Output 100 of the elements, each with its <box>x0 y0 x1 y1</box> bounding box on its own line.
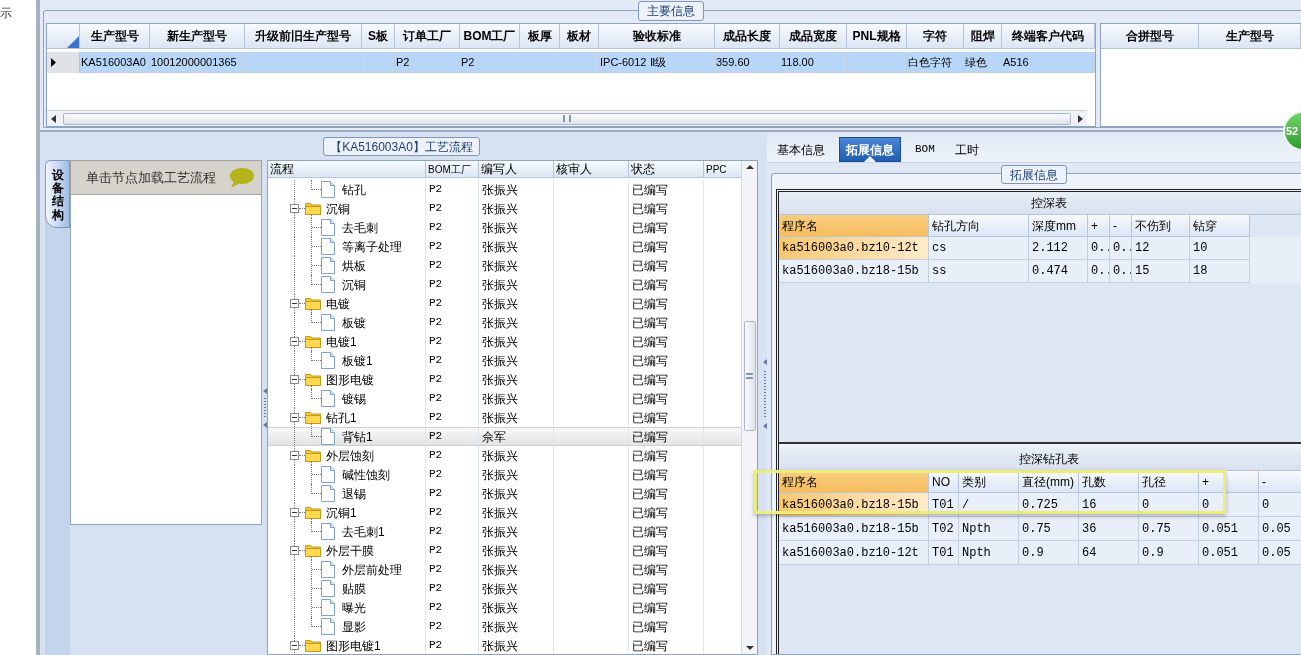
column-header[interactable]: 类别 <box>959 471 1019 493</box>
tree-node-label: 曝光 <box>342 599 366 617</box>
collapse-icon[interactable] <box>290 641 299 650</box>
table-cell: A516 <box>1002 52 1095 73</box>
table-row[interactable]: ka516003a0.bz18-15b ss 0.474 0..0..15 18 <box>779 260 1301 283</box>
column-header[interactable]: 孔径 <box>1139 471 1199 493</box>
vertical-scrollbar[interactable] <box>741 161 757 654</box>
column-header[interactable]: 阻焊 <box>964 24 1002 49</box>
tab[interactable]: 基本信息 <box>771 137 831 162</box>
table-cell: P2 <box>426 332 479 351</box>
collapse-icon[interactable] <box>290 546 299 555</box>
table-cell: 白色字符 <box>907 52 964 73</box>
table-title: 控深钻孔表 <box>779 447 1301 471</box>
collapse-icon[interactable] <box>290 451 299 460</box>
column-header[interactable]: 成品长度 <box>715 24 780 49</box>
table-cell: 0.9 <box>1139 541 1199 565</box>
table-cell: 已编写 <box>629 503 704 522</box>
column-header[interactable]: 成品宽度 <box>780 24 847 49</box>
table-cell: 已编写 <box>629 370 704 389</box>
column-header[interactable]: 板材 <box>560 24 599 49</box>
table-cell: P2 <box>426 522 479 541</box>
table-cell: ka516003a0.bz18-15b <box>779 260 929 283</box>
folder-icon <box>305 373 321 386</box>
column-header[interactable]: 深度mm <box>1029 215 1088 237</box>
column-header[interactable]: PPC <box>704 161 741 178</box>
side-tab[interactable]: 设备结构 <box>45 160 70 228</box>
collapse-icon[interactable] <box>290 375 299 384</box>
column-header[interactable]: 流程 <box>268 161 426 178</box>
column-header[interactable]: 终端客户代码 <box>1002 24 1095 49</box>
table-cell: P2 <box>426 218 479 237</box>
column-header[interactable]: 新生产型号 <box>150 24 245 49</box>
collapse-icon[interactable] <box>290 413 299 422</box>
scroll-down-arrow-icon[interactable] <box>744 644 755 652</box>
column-header[interactable]: NO <box>929 471 959 493</box>
scroll-thumb[interactable] <box>743 321 756 431</box>
column-header[interactable]: 状态 <box>629 161 704 178</box>
table-cell: P2 <box>426 389 479 408</box>
column-header[interactable]: 孔数 <box>1079 471 1139 493</box>
table-row[interactable]: ka516003a0.bz10-12t T01 Npth 0.9 64 0.9 0.051 0.05 <box>779 541 1301 565</box>
horizontal-scrollbar[interactable] <box>47 110 1087 126</box>
tab[interactable]: 工时 <box>948 137 985 162</box>
table-row[interactable]: KA516003A0 10012000001365 P2 P2 IPC-6012 Ⅱ级 359.60 118.00 白色字符 绿色 A516 <box>80 52 1095 73</box>
file-icon <box>321 390 335 407</box>
file-icon <box>321 485 335 502</box>
collapse-icon[interactable] <box>290 204 299 213</box>
column-header[interactable]: 编写人 <box>479 161 554 178</box>
column-header[interactable]: 生产型号 <box>1199 24 1301 49</box>
tree-node-label: 图形电镀1 <box>326 637 381 654</box>
table-row[interactable]: ka516003a0.bz18-15b T02 Npth 0.75 36 0.75 0.051 0.05 <box>779 517 1301 541</box>
scroll-up-arrow-icon[interactable] <box>744 163 755 171</box>
table-cell: 0.05 <box>1259 541 1301 565</box>
column-header[interactable]: S板 <box>362 24 395 49</box>
column-header[interactable]: 核审人 <box>554 161 629 178</box>
column-header[interactable]: 生产型号 <box>80 24 150 49</box>
hint-text: 单击节点加载工艺流程 <box>86 168 216 187</box>
column-header[interactable]: BOM工厂 <box>460 24 520 49</box>
column-header[interactable]: 程序名 <box>779 471 929 493</box>
table-row[interactable]: ka516003a0.bz10-12t cs 2.112 0..0..12 10 <box>779 237 1301 260</box>
column-header[interactable]: 字符 <box>907 24 964 49</box>
tab[interactable]: 拓展信息 <box>839 137 901 162</box>
column-header[interactable]: 升级前旧生产型号 <box>245 24 362 49</box>
column-header[interactable]: 钻孔方向 <box>929 215 1029 237</box>
table-cell: ss <box>929 260 1029 283</box>
collapse-icon[interactable] <box>290 299 299 308</box>
column-header[interactable]: 验收标准 <box>599 24 715 49</box>
table-cell: 张振兴 <box>479 332 554 351</box>
column-header[interactable]: 订单工厂 <box>395 24 460 49</box>
column-header[interactable]: + <box>1199 471 1259 493</box>
table-cell: 已编写 <box>629 237 704 256</box>
column-header[interactable]: - <box>1110 215 1132 237</box>
splitter-grip-icon[interactable] <box>262 387 267 428</box>
table-cell: P2 <box>426 370 479 389</box>
column-header[interactable]: 直径(mm) <box>1019 471 1079 493</box>
collapse-icon[interactable] <box>290 508 299 517</box>
scroll-thumb[interactable] <box>63 112 1071 125</box>
file-icon <box>321 466 335 483</box>
tree-node-label: 沉铜 <box>342 276 366 294</box>
group-legend: 【KA516003A0】工艺流程 <box>323 137 480 156</box>
column-header[interactable]: 钻穿 <box>1190 215 1250 237</box>
tree-node-label: 去毛刺 <box>342 219 378 237</box>
tree-row[interactable]: 背钻1 P2 佘军 已编写 <box>268 427 741 446</box>
column-header[interactable]: BOM工厂 <box>426 161 479 178</box>
tree-node-label: 电镀 <box>326 295 350 313</box>
splitter-grip-icon[interactable] <box>763 358 767 429</box>
column-header[interactable]: + <box>1088 215 1110 237</box>
tab[interactable]: BOM <box>909 137 941 162</box>
table-cell: P2 <box>426 428 479 445</box>
table-cell: 已编写 <box>629 522 704 541</box>
column-header[interactable]: 板厚 <box>520 24 560 49</box>
column-header[interactable]: 合拼型号 <box>1101 24 1199 49</box>
collapse-icon[interactable] <box>290 337 299 346</box>
table-cell: 张振兴 <box>479 351 554 370</box>
column-header[interactable]: 不伤到 <box>1132 215 1190 237</box>
select-all-corner-icon[interactable] <box>67 36 79 48</box>
column-header[interactable]: 程序名 <box>779 215 929 237</box>
table-cell: 张振兴 <box>479 598 554 617</box>
table-cell: 10012000001365 <box>150 52 245 73</box>
table-cell: 64 <box>1079 541 1139 565</box>
column-header[interactable]: - <box>1259 471 1301 493</box>
column-header[interactable]: PNL规格 <box>847 24 907 49</box>
